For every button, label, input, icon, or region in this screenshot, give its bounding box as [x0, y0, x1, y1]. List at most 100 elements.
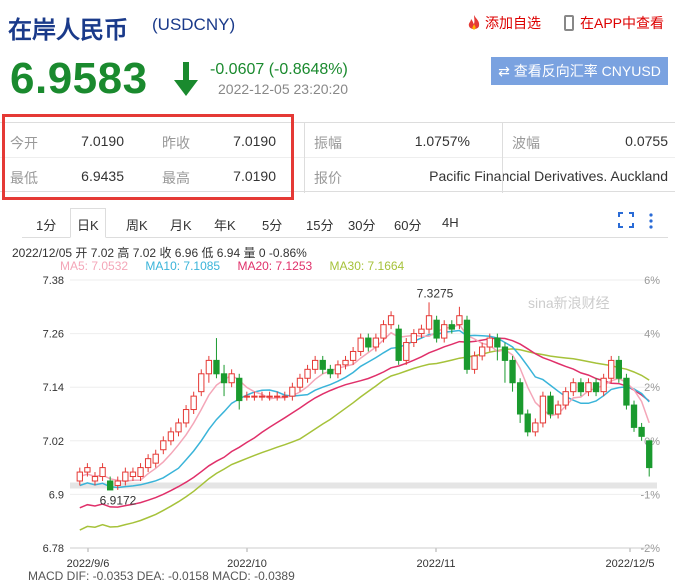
- candle-body: [395, 328, 402, 361]
- amplitude-value: 1.0757%: [414, 133, 470, 149]
- candle-body: [205, 359, 213, 375]
- y-tick-label: 7.02: [43, 436, 64, 448]
- candle-body: [243, 395, 250, 398]
- x-tick-label: 2022/12/5: [606, 558, 655, 570]
- candle-body: [289, 386, 296, 397]
- candle-body: [129, 471, 137, 478]
- candle-body: [615, 359, 622, 379]
- view-in-app-button[interactable]: 在APP中查看: [564, 13, 664, 33]
- quote-source-label: 报价: [314, 170, 342, 186]
- candle-body: [592, 382, 600, 393]
- candle-body: [327, 368, 334, 375]
- wave-label: 波幅: [512, 135, 540, 151]
- candlestick-chart[interactable]: 7.386%7.264%7.142%7.020%6.9-1%6.78-2%sin…: [0, 268, 675, 581]
- y-tick-label: 7.14: [43, 382, 64, 394]
- quote-timestamp: 2022-12-05 23:20:20: [218, 81, 348, 97]
- candle-body: [281, 395, 288, 398]
- tab-60min[interactable]: 60分: [394, 215, 421, 234]
- candle-body: [319, 359, 326, 370]
- wave-value: 0.0755: [625, 133, 668, 149]
- y-tick-label: 6.9: [49, 489, 64, 501]
- candle-body: [425, 315, 433, 330]
- symbol-code: (USDCNY): [152, 15, 236, 34]
- candle-body: [554, 404, 562, 415]
- chart-period-tabs: 1分 日K 周K 月K 年K 5分 15分 30分 60分 4H: [22, 208, 668, 238]
- candle-body: [623, 377, 630, 406]
- candle-body: [251, 395, 258, 398]
- watermark: sina新浪财经: [528, 295, 610, 311]
- candle-body: [479, 346, 486, 357]
- candle-body: [638, 426, 645, 437]
- candle-body: [167, 431, 175, 442]
- candle-body: [509, 359, 516, 384]
- candle-body: [274, 395, 281, 398]
- candle-body: [501, 346, 509, 361]
- more-vertical-icon[interactable]: [648, 212, 654, 230]
- candle-body: [342, 359, 349, 366]
- add-favorite-label: 添加自选: [485, 15, 541, 31]
- stats-divider: [502, 123, 503, 193]
- candle-body: [107, 480, 114, 491]
- x-tick-label: 2022/11: [417, 558, 456, 570]
- highlight-box: [2, 114, 294, 200]
- macd-summary: MACD DIF: -0.0353 DEA: -0.0158 MACD: -0.…: [28, 569, 295, 581]
- candle-body: [471, 355, 478, 370]
- tab-monthly-k[interactable]: 月K: [170, 215, 192, 234]
- candle-body: [372, 337, 380, 348]
- tab-4h[interactable]: 4H: [442, 215, 459, 230]
- candle-body: [311, 359, 319, 370]
- pct-tick-label: 6%: [644, 275, 660, 287]
- candle-body: [258, 395, 266, 398]
- candle-body: [122, 471, 129, 482]
- candle-body: [630, 404, 638, 428]
- candle-body: [266, 395, 273, 398]
- candle-body: [220, 373, 228, 384]
- candle-body: [403, 342, 410, 361]
- ma30-line: [79, 348, 650, 531]
- fullscreen-icon[interactable]: [618, 212, 634, 228]
- candle-body: [76, 471, 83, 482]
- candle-body: [182, 409, 190, 424]
- candle-body: [433, 319, 440, 339]
- pct-tick-label: 4%: [644, 329, 660, 341]
- candle-body: [441, 324, 448, 339]
- candle-body: [448, 324, 455, 330]
- tab-weekly-k[interactable]: 周K: [126, 215, 148, 234]
- y-tick-label: 7.38: [43, 275, 64, 287]
- candle-body: [91, 476, 99, 482]
- tab-1min[interactable]: 1分: [36, 215, 56, 234]
- candle-body: [494, 337, 501, 348]
- view-in-app-label: 在APP中查看: [580, 15, 665, 31]
- candle-body: [137, 467, 144, 478]
- candle-body: [213, 359, 220, 375]
- amplitude-label: 振幅: [314, 135, 342, 151]
- pct-tick-label: 2%: [644, 382, 660, 394]
- candle-body: [524, 413, 531, 433]
- price-change: -0.0607 (-0.8648%): [210, 61, 348, 78]
- candle-body: [532, 422, 539, 433]
- candle-body: [349, 350, 357, 361]
- tab-15min[interactable]: 15分: [306, 215, 333, 234]
- candle-body: [334, 364, 342, 375]
- candle-body: [357, 337, 364, 352]
- candle-body: [418, 328, 425, 335]
- candle-body: [600, 377, 607, 393]
- reverse-rate-button[interactable]: ⇄ 查看反向汇率 CNYUSD: [491, 57, 668, 85]
- price-annotation: 6.9172: [100, 494, 137, 508]
- price-annotation: 7.3275: [417, 286, 454, 300]
- candle-body: [99, 467, 106, 478]
- candle-body: [236, 377, 243, 402]
- page-title: 在岸人民币: [8, 17, 128, 44]
- tab-yearly-k[interactable]: 年K: [214, 215, 236, 234]
- current-price: 6.9583: [10, 54, 148, 103]
- add-favorite-button[interactable]: 添加自选: [466, 13, 541, 33]
- tab-30min[interactable]: 30分: [348, 215, 375, 234]
- tab-daily-k[interactable]: 日K: [70, 208, 106, 238]
- candle-body: [365, 337, 372, 348]
- candle-body: [198, 373, 205, 393]
- tab-5min[interactable]: 5分: [262, 215, 282, 234]
- candle-body: [387, 315, 395, 326]
- candle-body: [410, 333, 418, 344]
- header-bar: 在岸人民币 (USDCNY) 添加自选 在APP中查看: [8, 8, 668, 44]
- fire-icon: [468, 15, 480, 30]
